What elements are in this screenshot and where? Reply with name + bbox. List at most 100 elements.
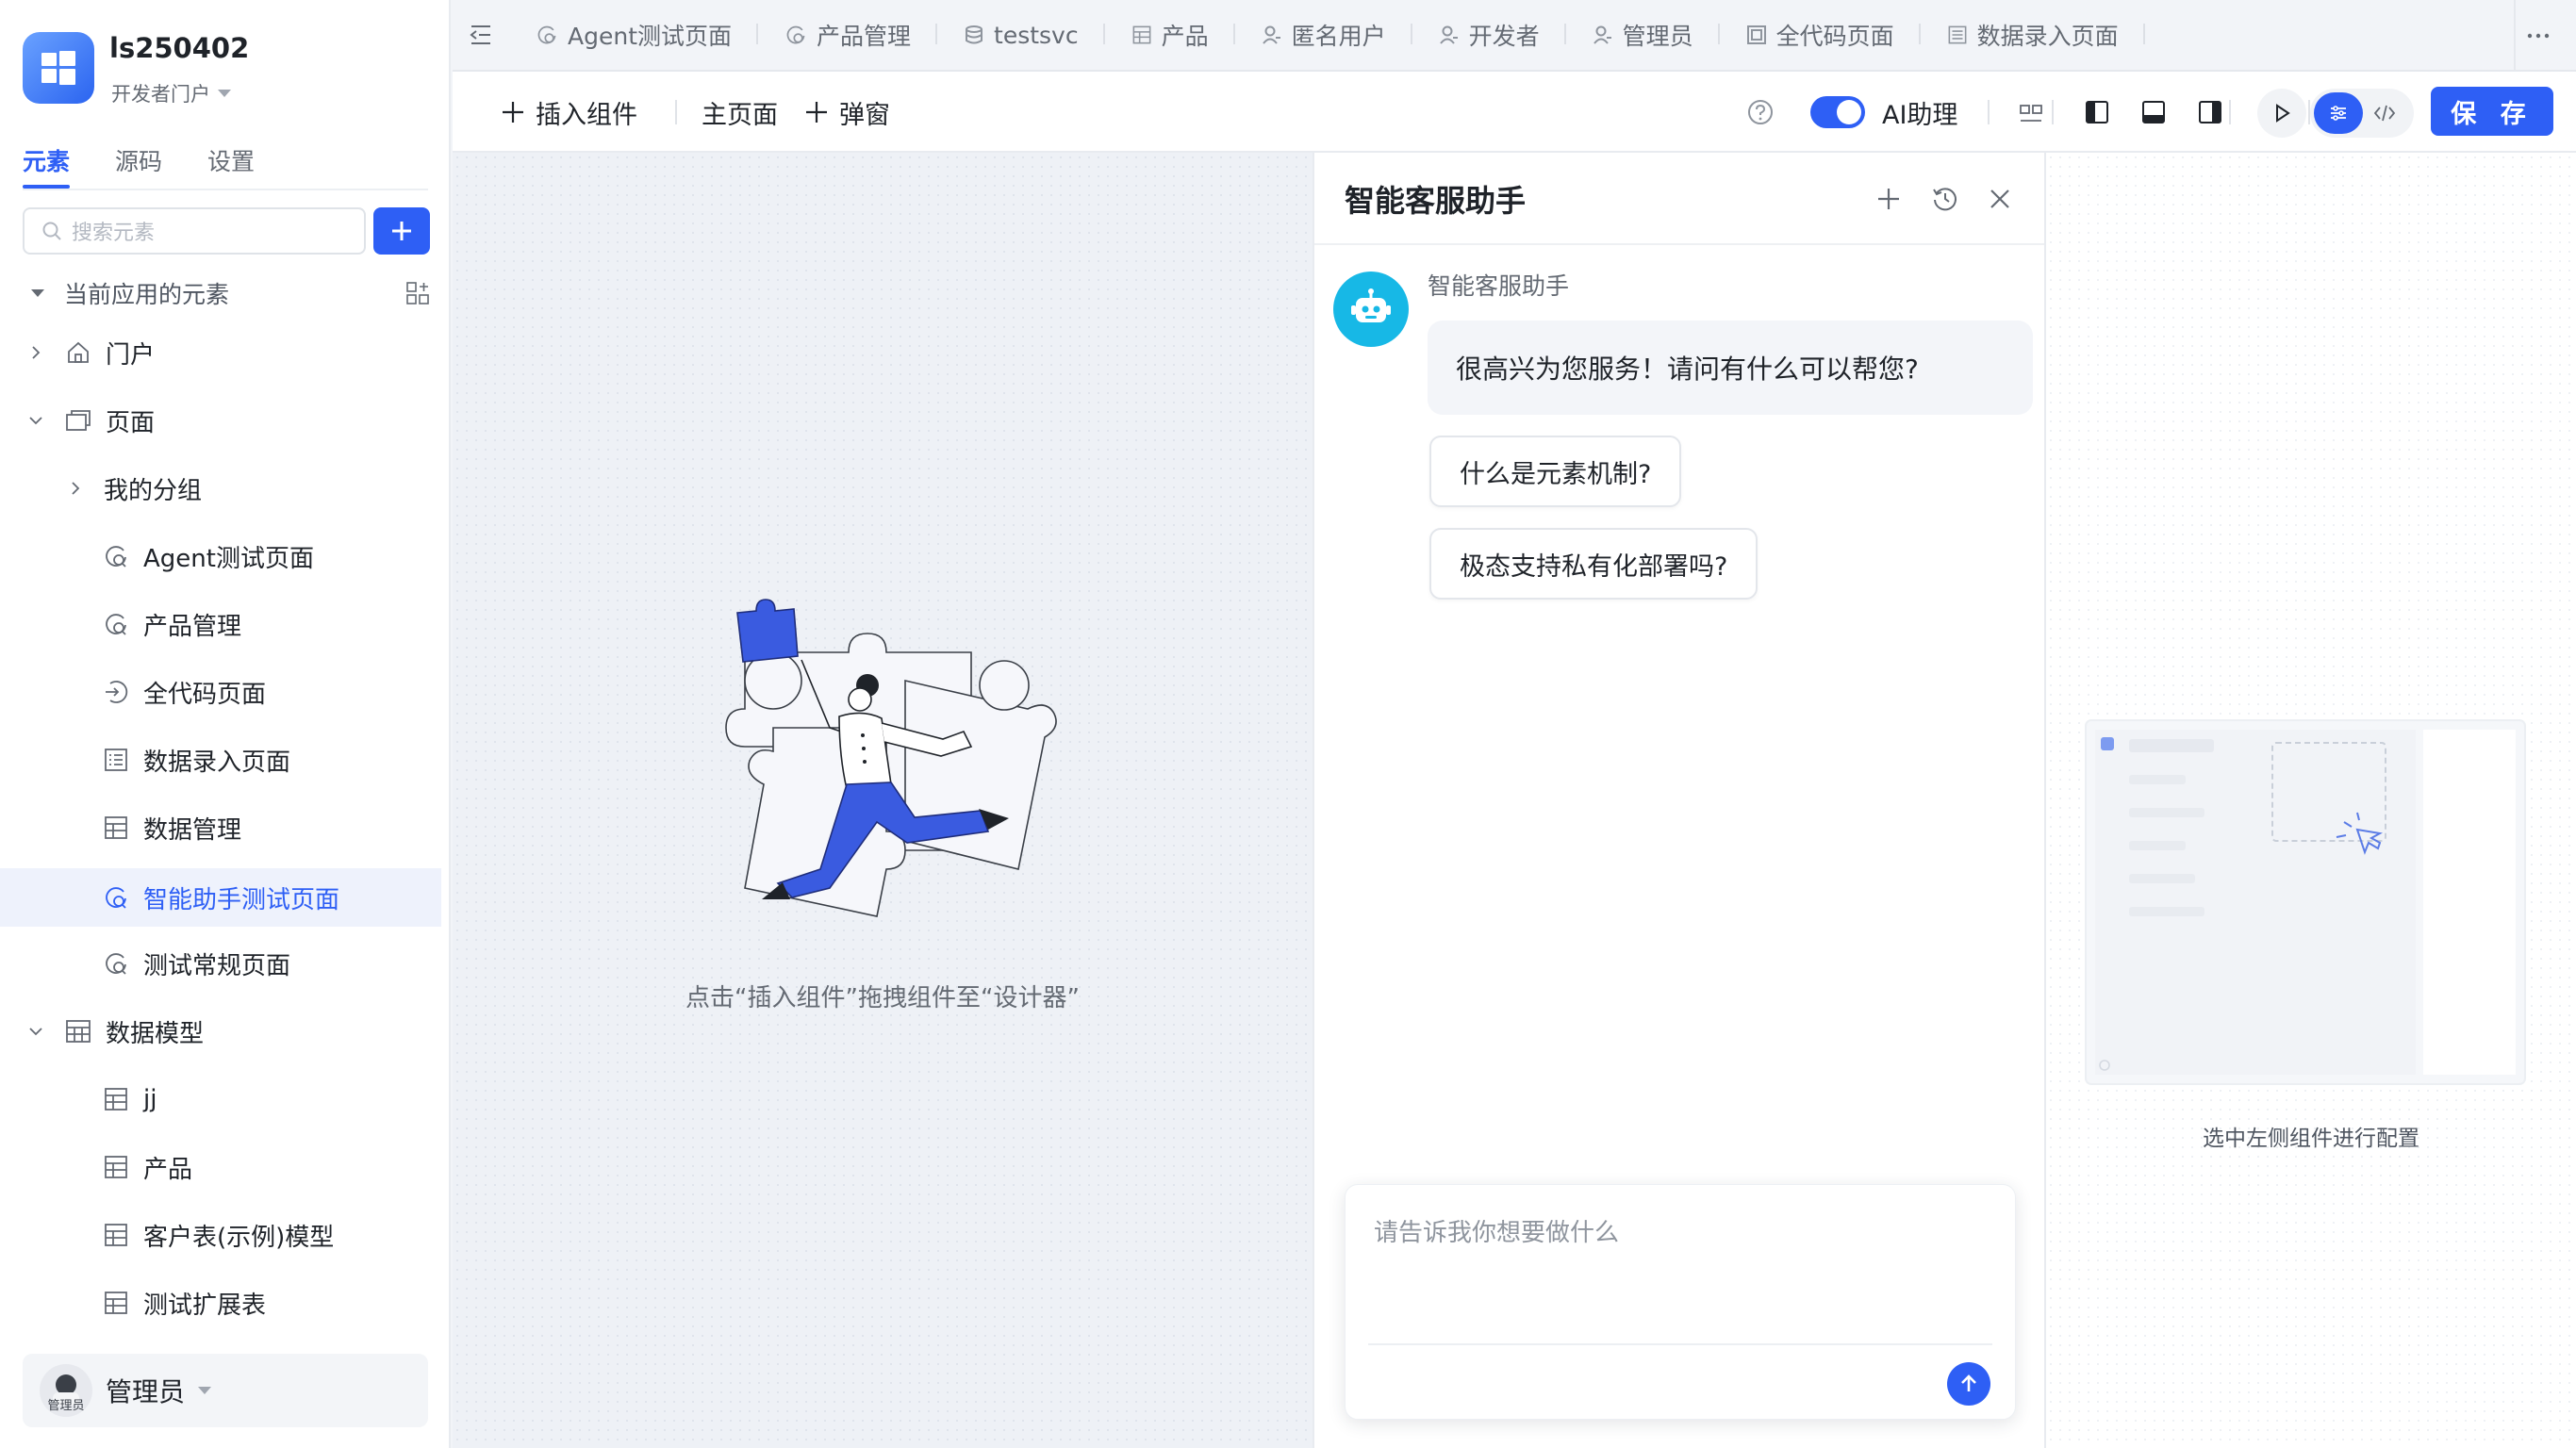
tab-testsvc[interactable]: testsvc [937,0,1105,71]
robot-icon [1351,288,1391,322]
tree-item-product-management[interactable]: 产品管理 [102,601,428,648]
tab-developer[interactable]: 开发者 [1412,0,1566,71]
open-tabs-bar: Agent测试页面 产品管理 testsvc 产品 匿名用户 开发者 管理员 全… [453,0,2576,72]
send-button[interactable] [1947,1362,1990,1406]
tree-item-product[interactable]: 产品 [102,1144,428,1191]
tree-item-label: 测试常规页面 [143,951,291,980]
tree-item-extension-table[interactable]: 测试扩展表 [102,1279,428,1326]
tree-item-portal[interactable]: 门户 [23,329,428,376]
tree-item-data-model[interactable]: 数据模型 [23,1008,428,1055]
popup-label: 弹窗 [839,100,890,130]
new-chat-icon[interactable] [1874,185,1903,213]
bot-message-text: 很高兴为您服务！请问有什么可以帮您? [1456,354,1919,385]
search-input[interactable]: 搜索元素 [23,207,366,255]
save-button[interactable]: 保 存 [2431,87,2553,136]
page-icon [786,25,805,44]
chevron-right-icon[interactable] [62,475,89,502]
home-icon [64,338,92,367]
plus-icon [503,102,523,123]
divider [2052,100,2054,124]
empty-state-illustration [725,599,1057,917]
right-panel-icon[interactable] [2197,99,2223,125]
chevron-right-icon[interactable] [23,339,49,366]
responsive-icon[interactable] [2018,100,2044,126]
tree-item-label: 页面 [106,408,156,437]
tree-item-data-management[interactable]: 数据管理 [102,804,428,851]
tree-item-label: 全代码页面 [143,680,267,709]
layout-icon[interactable] [405,281,430,305]
tab-label: 管理员 [1622,23,1693,50]
popup-button[interactable]: 弹窗 [803,90,890,134]
collapse-sidebar-icon[interactable] [453,0,509,71]
tree-item-label: 产品 [143,1155,193,1184]
user-icon [1439,25,1458,44]
chevron-down-icon[interactable] [23,1018,49,1045]
preview-button[interactable] [2257,89,2306,138]
tab-label: 产品 [1161,23,1209,50]
tree-item-smart-assistant-page[interactable]: 智能助手测试页面 [0,868,441,927]
code-page-icon [1746,25,1766,44]
section-current-app[interactable]: 当前应用的元素 [28,270,429,317]
more-tabs-icon[interactable] [2514,0,2561,72]
tree-item-label: 数据模型 [106,1019,205,1048]
tab-label: 全代码页面 [1775,23,1894,50]
tab-admin[interactable]: 管理员 [1566,0,1720,71]
tree-item-customer-model[interactable]: 客户表(示例)模型 [102,1211,428,1259]
tree-item-my-group[interactable]: 我的分组 [62,465,428,512]
page-icon [102,949,130,978]
tree-item-jj[interactable]: jj [102,1076,428,1123]
form-icon [102,746,130,774]
code-mode-icon[interactable] [2372,103,2397,123]
tree-item-label: 智能助手测试页面 [143,885,340,914]
service-icon [966,25,983,44]
insert-component-button[interactable]: 插入组件 [500,90,637,134]
tab-elements[interactable]: 元素 [23,143,71,189]
config-mode-icon[interactable] [2314,92,2363,134]
main-page-button[interactable]: 主页面 [702,90,778,134]
tab-label: testsvc [994,21,1079,49]
design-canvas[interactable]: 点击“插入组件”拖拽组件至“设计器” [453,153,1313,1448]
suggestion-chip[interactable]: 什么是元素机制? [1429,436,1682,507]
tab-product[interactable]: 产品 [1105,0,1235,71]
history-icon[interactable] [1931,185,1959,213]
user-menu[interactable]: 管理员 管理员 [23,1354,428,1427]
ai-chat-panel: 智能客服助手 智能客服助手 很高兴为您服务！请问有什么可以帮您? 什么是元素机制… [1313,153,2046,1448]
chevron-down-icon[interactable] [23,407,49,434]
bottom-panel-icon[interactable] [2140,99,2167,125]
avatar: 管理员 [40,1364,92,1417]
tab-anonymous-user[interactable]: 匿名用户 [1235,0,1412,71]
help-icon[interactable] [1746,98,1775,126]
page-icon [102,610,130,638]
ai-assistant-toggle[interactable] [1810,96,1865,128]
user-name: 管理员 [106,1376,186,1407]
mode-switch[interactable] [2310,89,2414,138]
tab-full-code-page[interactable]: 全代码页面 [1720,0,1921,71]
divider [1368,1343,1992,1345]
tab-settings[interactable]: 设置 [207,143,255,189]
app-logo [23,32,94,104]
tree-item-data-entry-page[interactable]: 数据录入页面 [102,736,428,783]
avatar-label: 管理员 [47,1399,85,1413]
tab-data-entry-page[interactable]: 数据录入页面 [1921,0,2145,71]
add-element-button[interactable] [373,207,430,255]
tree-item-agent-test-page[interactable]: Agent测试页面 [102,533,428,580]
tab-label: 开发者 [1468,23,1540,50]
left-panel-icon[interactable] [2084,99,2110,125]
bot-name: 智能客服助手 [1428,272,1570,300]
caret-down-icon [31,289,44,297]
divider [2229,100,2231,124]
tree-item-pages[interactable]: 页面 [23,397,428,444]
suggestion-chip[interactable]: 极态支持私有化部署吗? [1429,528,1759,600]
tab-product-management[interactable]: 产品管理 [758,0,938,71]
tab-source[interactable]: 源码 [115,143,162,189]
tree-item-regular-test-page[interactable]: 测试常规页面 [102,940,428,987]
tab-label: 产品管理 [817,23,912,50]
portal-switcher[interactable]: 开发者门户 [111,79,231,107]
close-icon[interactable] [1988,187,2012,211]
tab-agent-test-page[interactable]: Agent测试页面 [509,0,758,71]
page-icon [537,25,556,44]
divider [675,100,677,124]
chat-input[interactable]: 请告诉我你想要做什么 [1345,1184,2016,1420]
tree-item-full-code-page[interactable]: 全代码页面 [102,668,428,716]
main-page-label: 主页面 [702,100,778,130]
